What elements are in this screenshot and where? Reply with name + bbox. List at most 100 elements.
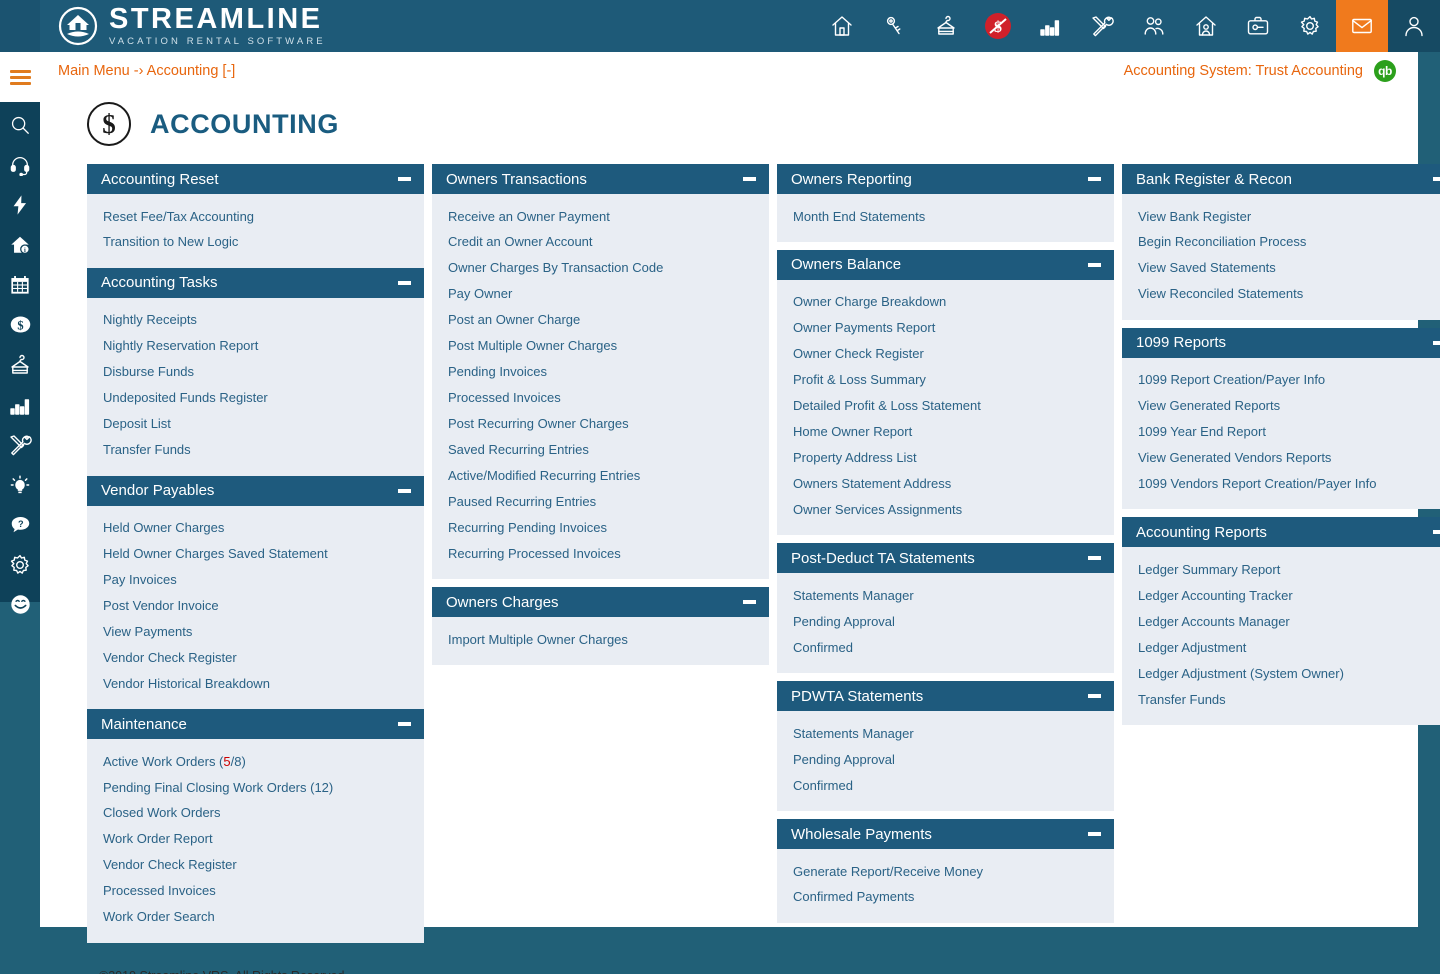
panel-header[interactable]: 1099 Reports [1122,328,1440,358]
menu-link[interactable]: Generate Report/Receive Money [777,859,1114,885]
menu-link[interactable]: Credit an Owner Account [432,230,769,256]
minus-icon[interactable] [398,722,411,726]
minus-icon[interactable] [398,281,411,285]
menu-link[interactable]: View Generated Reports [1122,394,1440,420]
menu-link[interactable]: Paused Recurring Entries [432,489,769,515]
panel-header[interactable]: PDWTA Statements [777,681,1114,711]
minus-icon[interactable] [398,177,411,181]
menu-link[interactable]: Reset Fee/Tax Accounting [87,204,424,230]
menu-link[interactable]: Owner Charges By Transaction Code [432,256,769,282]
sidebar-lightbulb[interactable] [5,474,35,500]
menu-link[interactable]: Pending Invoices [432,360,769,386]
menu-link[interactable]: Confirmed [777,635,1114,661]
minus-icon[interactable] [1088,177,1101,181]
quickbooks-icon[interactable]: qb [1374,60,1396,82]
sidebar-dollar-circle[interactable]: $ [5,314,35,340]
topbar-people[interactable] [1128,0,1180,52]
menu-link[interactable]: Disburse Funds [87,360,424,386]
menu-link[interactable]: Transfer Funds [87,438,424,464]
minus-icon[interactable] [743,177,756,181]
menu-link[interactable]: View Payments [87,619,424,645]
menu-link[interactable]: Recurring Pending Invoices [432,515,769,541]
topbar-house-person[interactable] [1180,0,1232,52]
menu-link[interactable]: Deposit List [87,412,424,438]
menu-link[interactable]: Work Order Search [87,905,424,931]
menu-link[interactable]: Ledger Adjustment (System Owner) [1122,661,1440,687]
menu-link[interactable]: Post Vendor Invoice [87,593,424,619]
menu-link[interactable]: 1099 Year End Report [1122,420,1440,446]
panel-header[interactable]: Owners Charges [432,587,769,617]
menu-link[interactable]: Confirmed [777,773,1114,799]
topbar-gear[interactable] [1284,0,1336,52]
menu-link[interactable]: View Generated Vendors Reports [1122,446,1440,472]
menu-link[interactable]: Transition to New Logic [87,230,424,256]
panel-header[interactable]: Owners Transactions [432,164,769,194]
panel-header[interactable]: Post-Deduct TA Statements [777,543,1114,573]
sidebar-house-info[interactable]: i [5,234,35,260]
menu-link[interactable]: Post Multiple Owner Charges [432,334,769,360]
menu-link[interactable]: Owner Services Assignments [777,497,1114,523]
menu-link[interactable]: Property Address List [777,446,1114,472]
sidebar-question-bubble[interactable]: ? [5,514,35,540]
sidebar-headset[interactable] [5,154,35,180]
minus-icon[interactable] [1088,556,1101,560]
menu-link[interactable]: Owner Payments Report [777,316,1114,342]
menu-link[interactable]: Pay Invoices [87,567,424,593]
topbar-hanger[interactable] [920,0,972,52]
menu-link[interactable]: Month End Statements [777,204,1114,230]
menu-link[interactable]: Profit & Loss Summary [777,368,1114,394]
minus-icon[interactable] [1433,341,1440,345]
panel-header[interactable]: Vendor Payables [87,476,424,506]
topbar-envelope[interactable] [1336,0,1388,52]
topbar-no-dollar[interactable]: $ [972,0,1024,52]
menu-link[interactable]: Processed Invoices [432,386,769,412]
topbar-home[interactable] [816,0,868,52]
topbar-tools[interactable] [1076,0,1128,52]
menu-link[interactable]: Undeposited Funds Register [87,386,424,412]
menu-link[interactable]: Held Owner Charges Saved Statement [87,541,424,567]
menu-link[interactable]: Vendor Check Register [87,853,424,879]
menu-link[interactable]: Held Owner Charges [87,516,424,542]
topbar-bar-chart[interactable] [1024,0,1076,52]
menu-link[interactable]: Pay Owner [432,282,769,308]
menu-link[interactable]: Statements Manager [777,721,1114,747]
panel-header[interactable]: Bank Register & Recon [1122,164,1440,194]
breadcrumb[interactable]: Main Menu -› Accounting [-] [58,63,235,79]
panel-header[interactable]: Accounting Tasks [87,268,424,298]
panel-header[interactable]: Accounting Reset [87,164,424,194]
menu-link[interactable]: View Bank Register [1122,204,1440,230]
topbar-keys[interactable] [868,0,920,52]
menu-link[interactable]: Closed Work Orders [87,801,424,827]
sidebar-search[interactable] [5,114,35,140]
panel-header[interactable]: Accounting Reports [1122,517,1440,547]
menu-link[interactable]: Post Recurring Owner Charges [432,412,769,438]
menu-link[interactable]: Ledger Accounts Manager [1122,609,1440,635]
menu-link[interactable]: Ledger Accounting Tracker [1122,583,1440,609]
sidebar-tools[interactable] [5,434,35,460]
topbar-user-avatar[interactable] [1388,0,1440,52]
minus-icon[interactable] [743,600,756,604]
menu-link[interactable]: Begin Reconciliation Process [1122,230,1440,256]
menu-link[interactable]: Pending Final Closing Work Orders (12) [87,775,424,801]
menu-link[interactable]: Owners Statement Address [777,472,1114,498]
sidebar-gear[interactable] [5,554,35,580]
menu-link[interactable]: Saved Recurring Entries [432,437,769,463]
menu-link[interactable]: Statements Manager [777,583,1114,609]
menu-link[interactable]: View Reconciled Statements [1122,282,1440,308]
menu-link[interactable]: Ledger Summary Report [1122,557,1440,583]
menu-link[interactable]: Ledger Adjustment [1122,635,1440,661]
minus-icon[interactable] [1088,263,1101,267]
menu-link[interactable]: View Saved Statements [1122,256,1440,282]
minus-icon[interactable] [1433,530,1440,534]
panel-header[interactable]: Owners Balance [777,250,1114,280]
menu-link[interactable]: Active Work Orders (5/8) [87,749,424,775]
menu-link[interactable]: Vendor Historical Breakdown [87,671,424,697]
menu-link[interactable]: Home Owner Report [777,420,1114,446]
menu-link[interactable]: Post an Owner Charge [432,308,769,334]
sidebar-hanger[interactable] [5,354,35,380]
minus-icon[interactable] [1433,177,1440,181]
menu-link[interactable]: Owner Charge Breakdown [777,290,1114,316]
sidebar-bar-chart[interactable] [5,394,35,420]
sidebar-smiley[interactable] [5,594,35,620]
menu-link[interactable]: Vendor Check Register [87,645,424,671]
